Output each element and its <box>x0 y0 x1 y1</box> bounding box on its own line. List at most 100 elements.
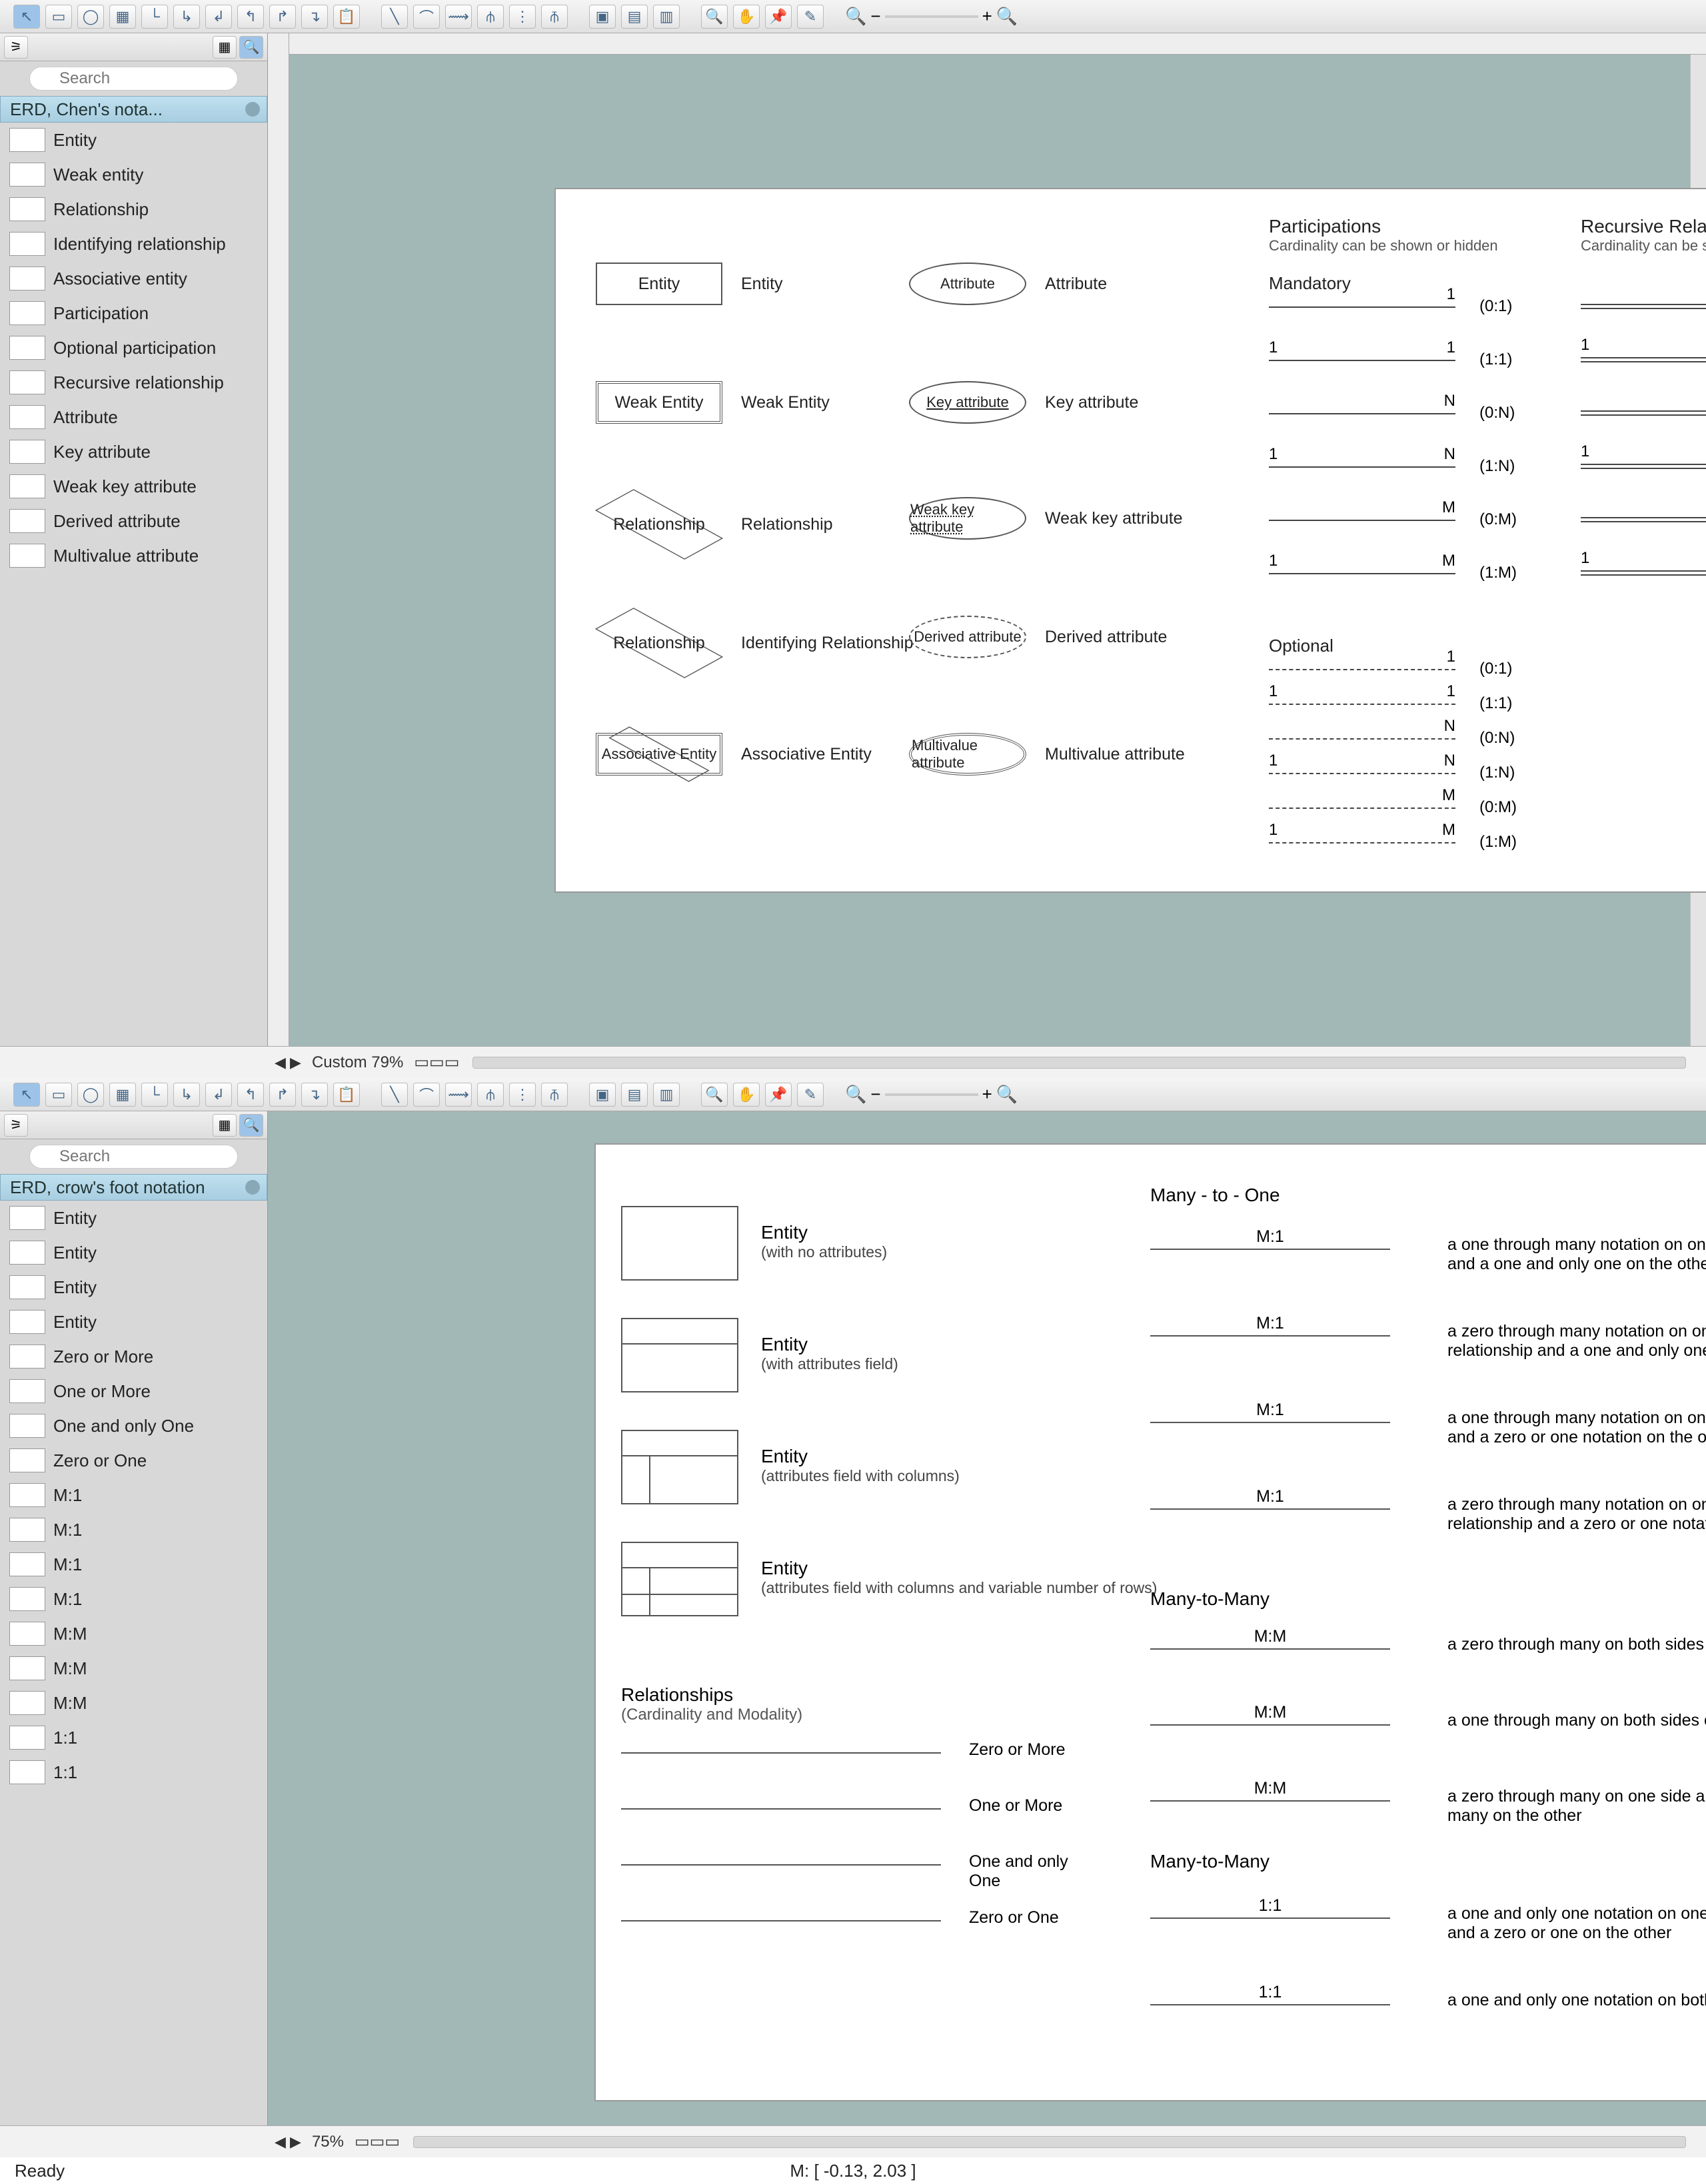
oval-tool[interactable]: ◯ <box>77 5 104 29</box>
zoom-in-tool[interactable]: 🔍 <box>701 1083 728 1107</box>
stamp-tool[interactable]: 📌 <box>765 1083 792 1107</box>
palette-item[interactable]: One or More <box>0 1374 267 1408</box>
connector-4[interactable]: ↰ <box>237 5 264 29</box>
line-tool-6[interactable]: ⫚ <box>541 5 568 29</box>
collapse-icon[interactable] <box>245 102 260 117</box>
connector-5[interactable]: ↱ <box>269 5 296 29</box>
stamp-tool[interactable]: 📌 <box>765 5 792 29</box>
zoom-in-tool[interactable]: 🔍 <box>701 5 728 29</box>
grid-tool[interactable]: ▦ <box>109 1083 136 1107</box>
line-tool-5[interactable]: ⋮ <box>509 1083 536 1107</box>
paste-tool[interactable]: 📋 <box>333 1083 360 1107</box>
palette-item[interactable]: M:1 <box>0 1512 267 1547</box>
line-tool-1[interactable]: ╲ <box>381 1083 408 1107</box>
palette-item[interactable]: M:M <box>0 1616 267 1651</box>
connector-6[interactable]: ↴ <box>301 5 328 29</box>
palette-item[interactable]: Optional participation <box>0 330 267 365</box>
pointer-tool[interactable]: ↖ <box>13 1083 40 1107</box>
pen-tool[interactable]: ✎ <box>797 1083 824 1107</box>
palette-item[interactable]: M:1 <box>0 1582 267 1616</box>
line-tool-3[interactable]: ⟿ <box>445 1083 472 1107</box>
palette-item[interactable]: Entity <box>0 1235 267 1270</box>
group-tool-3[interactable]: ▥ <box>653 1083 680 1107</box>
group-tool-1[interactable]: ▣ <box>589 5 616 29</box>
palette-item[interactable]: Key attribute <box>0 434 267 469</box>
line-tool-6[interactable]: ⫚ <box>541 1083 568 1107</box>
line-tool-4[interactable]: ⫛ <box>477 5 504 29</box>
connector-3[interactable]: ↲ <box>205 1083 232 1107</box>
palette-item[interactable]: Zero or One <box>0 1443 267 1478</box>
line-tool-3[interactable]: ⟿ <box>445 5 472 29</box>
palette-item[interactable]: 1:1 <box>0 1720 267 1755</box>
palette-item[interactable]: Relationship <box>0 192 267 227</box>
hand-tool[interactable]: ✋ <box>733 5 760 29</box>
connector-3[interactable]: ↲ <box>205 5 232 29</box>
palette-item[interactable]: M:1 <box>0 1547 267 1582</box>
connector-2[interactable]: ↳ <box>173 5 200 29</box>
palette-item[interactable]: Participation <box>0 296 267 330</box>
search-toggle-icon[interactable]: 🔍 <box>239 1114 263 1137</box>
zoom-in-icon[interactable]: 🔍 <box>996 6 1018 27</box>
canvas[interactable]: EntityEntityWeak EntityWeak EntityRelati… <box>268 33 1706 1046</box>
grid-view-icon[interactable]: ▦ <box>213 36 237 59</box>
palette-item[interactable]: M:M <box>0 1686 267 1720</box>
oval-tool[interactable]: ◯ <box>77 1083 104 1107</box>
palette-title[interactable]: ERD, crow's foot notation <box>0 1174 267 1201</box>
palette-item[interactable]: Zero or More <box>0 1339 267 1374</box>
palette-item[interactable]: M:M <box>0 1651 267 1686</box>
connector-1[interactable]: └ <box>141 5 168 29</box>
grid-view-icon[interactable]: ▦ <box>213 1114 237 1137</box>
group-tool-3[interactable]: ▥ <box>653 5 680 29</box>
grid-tool[interactable]: ▦ <box>109 5 136 29</box>
palette-item[interactable]: Entity <box>0 123 267 157</box>
palette-item[interactable]: Recursive relationship <box>0 365 267 400</box>
pointer-tool[interactable]: ↖ <box>13 5 40 29</box>
line-tool-4[interactable]: ⫛ <box>477 1083 504 1107</box>
paste-tool[interactable]: 📋 <box>333 5 360 29</box>
zoom-label[interactable]: 75% <box>312 2133 344 2151</box>
canvas[interactable]: Entity(with no attributes)Entity(with at… <box>268 1111 1706 2125</box>
connector-1[interactable]: └ <box>141 1083 168 1107</box>
connector-4[interactable]: ↰ <box>237 1083 264 1107</box>
line-tool-1[interactable]: ╲ <box>381 5 408 29</box>
zoom-out-icon[interactable]: 🔍 <box>845 1084 866 1105</box>
palette-item[interactable]: One and only One <box>0 1408 267 1443</box>
connector-2[interactable]: ↳ <box>173 1083 200 1107</box>
pen-tool[interactable]: ✎ <box>797 5 824 29</box>
zoom-label[interactable]: Custom 79% <box>312 1053 403 1072</box>
connector-6[interactable]: ↴ <box>301 1083 328 1107</box>
palette-title[interactable]: ERD, Chen's nota... <box>0 96 267 123</box>
palette-item[interactable]: Entity <box>0 1305 267 1339</box>
zoom-slider[interactable]: 🔍 −+ 🔍 <box>845 1084 1018 1105</box>
connector-5[interactable]: ↱ <box>269 1083 296 1107</box>
palette-item[interactable]: Identifying relationship <box>0 227 267 261</box>
palette-item[interactable]: Attribute <box>0 400 267 434</box>
palette-item[interactable]: Associative entity <box>0 261 267 296</box>
zoom-slider[interactable]: 🔍 −+ 🔍 <box>845 6 1018 27</box>
search-input[interactable] <box>29 1145 238 1169</box>
group-tool-2[interactable]: ▤ <box>621 5 648 29</box>
zoom-in-icon[interactable]: 🔍 <box>996 1084 1018 1105</box>
line-tool-2[interactable]: ⌒ <box>413 1083 440 1107</box>
line-tool-5[interactable]: ⋮ <box>509 5 536 29</box>
tree-view-icon[interactable]: ⚞ <box>4 1114 28 1137</box>
palette-item[interactable]: Entity <box>0 1270 267 1305</box>
palette-item[interactable]: Weak key attribute <box>0 469 267 504</box>
palette-item[interactable]: Multivalue attribute <box>0 538 267 573</box>
rect-tool[interactable]: ▭ <box>45 5 72 29</box>
zoom-out-icon[interactable]: 🔍 <box>845 6 866 27</box>
palette-item[interactable]: Entity <box>0 1201 267 1235</box>
search-toggle-icon[interactable]: 🔍 <box>239 36 263 59</box>
search-input[interactable] <box>29 67 238 91</box>
line-tool-2[interactable]: ⌒ <box>413 5 440 29</box>
scrollbar-horizontal[interactable] <box>472 1057 1686 1069</box>
palette-item[interactable]: Derived attribute <box>0 504 267 538</box>
palette-item[interactable]: Weak entity <box>0 157 267 192</box>
collapse-icon[interactable] <box>245 1180 260 1195</box>
group-tool-2[interactable]: ▤ <box>621 1083 648 1107</box>
rect-tool[interactable]: ▭ <box>45 1083 72 1107</box>
palette-item[interactable]: 1:1 <box>0 1755 267 1790</box>
scrollbar-horizontal[interactable] <box>413 2136 1686 2148</box>
palette-item[interactable]: M:1 <box>0 1478 267 1512</box>
tree-view-icon[interactable]: ⚞ <box>4 36 28 59</box>
